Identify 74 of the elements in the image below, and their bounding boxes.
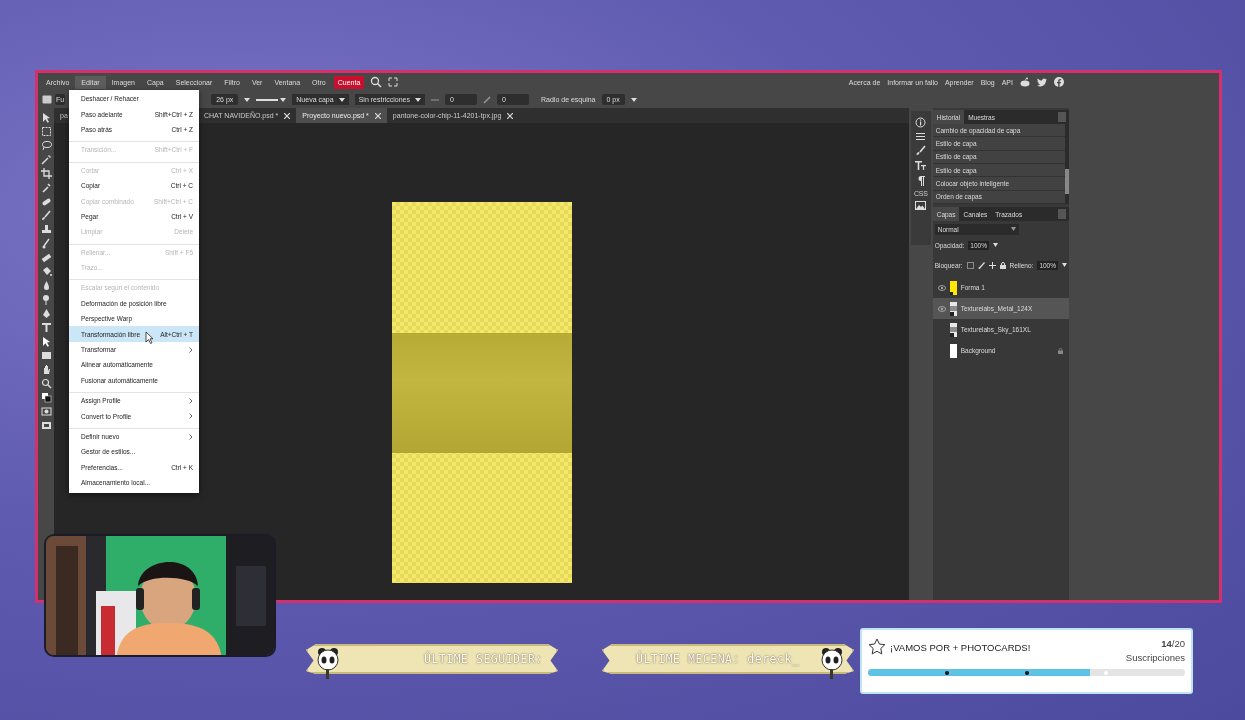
chevron-icon xyxy=(189,413,193,420)
healing-icon[interactable] xyxy=(40,196,52,207)
brush-icon[interactable] xyxy=(915,145,927,156)
history-brush-icon[interactable] xyxy=(40,238,52,249)
round-logo-icon[interactable] xyxy=(1054,77,1064,87)
dodge-icon[interactable] xyxy=(40,294,52,305)
mouse-pointer-icon xyxy=(145,331,154,344)
milestone-dot xyxy=(1024,670,1029,675)
caret-icon xyxy=(244,96,251,103)
screen-mode-icon[interactable] xyxy=(40,420,52,431)
character-icon[interactable] xyxy=(915,160,927,171)
eye-icon[interactable] xyxy=(937,284,946,291)
caret-icon xyxy=(1010,227,1016,231)
bird-icon[interactable] xyxy=(1037,77,1047,87)
stamp-icon[interactable] xyxy=(40,224,52,235)
layer-thumbnail xyxy=(949,343,957,358)
link-icon[interactable] xyxy=(483,95,491,104)
lock-pixels-icon[interactable] xyxy=(966,261,974,269)
panda-icon xyxy=(316,647,340,679)
caret-icon[interactable] xyxy=(1062,263,1067,267)
type-icon[interactable] xyxy=(40,322,52,333)
caret-icon[interactable] xyxy=(992,243,998,247)
lock-icon[interactable] xyxy=(999,261,1006,269)
layer-thumbnail xyxy=(949,280,957,295)
panda-icon xyxy=(820,647,844,679)
star-icon xyxy=(868,638,886,656)
chevron-icon xyxy=(189,433,193,440)
chevron-icon xyxy=(189,346,193,353)
brush-icon[interactable] xyxy=(977,261,985,269)
robot-icon[interactable] xyxy=(1020,77,1030,87)
marquee-icon[interactable] xyxy=(40,126,52,137)
eraser-icon[interactable] xyxy=(40,252,52,263)
paragraph-icon[interactable] xyxy=(916,175,926,186)
scrollbar-thumb[interactable] xyxy=(1065,169,1069,194)
pen-icon[interactable] xyxy=(40,308,52,319)
caret-icon xyxy=(415,96,421,103)
crop-icon[interactable] xyxy=(40,168,52,179)
zoom-icon[interactable] xyxy=(40,378,52,389)
layer-thumbnail xyxy=(949,301,957,316)
caret-icon xyxy=(338,96,345,103)
bucket-icon[interactable] xyxy=(40,266,52,277)
goal-unit: Suscripciones xyxy=(1125,652,1185,663)
info-icon[interactable] xyxy=(915,117,927,128)
milestone-dot xyxy=(945,670,950,675)
image-icon[interactable] xyxy=(915,201,927,210)
close-icon[interactable] xyxy=(374,112,381,119)
goal-title: ¡VAMOS POR + PHOTOCARDS! xyxy=(890,642,1032,653)
chevron-icon xyxy=(189,397,193,404)
move-icon[interactable] xyxy=(988,261,996,269)
quick-mask-icon[interactable] xyxy=(40,406,52,417)
stroke-swatch-icon[interactable] xyxy=(256,96,287,103)
milestone-dot xyxy=(1103,670,1108,675)
fullscreen-icon[interactable] xyxy=(388,77,399,87)
eyedropper-icon[interactable] xyxy=(40,182,52,193)
list-icon[interactable] xyxy=(915,132,927,141)
path-select-icon[interactable] xyxy=(40,336,52,347)
close-icon[interactable] xyxy=(507,112,514,119)
goal-count: 14/20 xyxy=(1161,638,1185,649)
banner-text: ÚLTIME SEGUIDER: xyxy=(424,652,543,666)
tool-preset-icon[interactable] xyxy=(42,95,52,104)
lasso-icon[interactable] xyxy=(40,140,52,151)
scrollbar[interactable] xyxy=(1065,124,1069,204)
brush-icon[interactable] xyxy=(40,210,52,221)
caret-icon xyxy=(630,96,637,103)
close-icon[interactable] xyxy=(284,112,291,119)
wand-icon[interactable] xyxy=(40,154,52,165)
search-icon[interactable] xyxy=(370,76,383,88)
eye-icon[interactable] xyxy=(937,305,946,312)
banner-text: ÚLTIME MECENA: dereck_ xyxy=(636,652,800,666)
rectangle-icon[interactable] xyxy=(40,350,52,361)
layer-thumbnail xyxy=(949,322,957,337)
width-icon xyxy=(431,96,439,103)
color-swatches-icon[interactable] xyxy=(40,392,52,403)
move-icon[interactable] xyxy=(40,112,52,123)
